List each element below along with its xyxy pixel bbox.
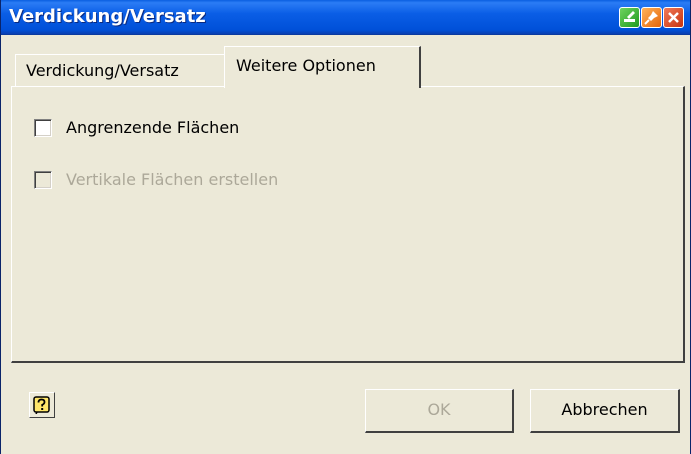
ok-button[interactable]: OK: [365, 389, 514, 433]
tab-panel: Angrenzende Flächen Vertikale Flächen er…: [11, 86, 685, 363]
close-icon[interactable]: [663, 7, 684, 28]
dialog-window: Verdickung/Versatz Verdickung/Versatz We…: [0, 0, 691, 454]
checkbox-label: Vertikale Flächen erstellen: [66, 170, 279, 189]
window-title: Verdickung/Versatz: [9, 6, 206, 27]
tab-label: Verdickung/Versatz: [26, 61, 179, 80]
tab-verdickung-versatz[interactable]: Verdickung/Versatz: [15, 54, 226, 86]
help-button[interactable]: [29, 392, 55, 418]
checkbox[interactable]: [34, 171, 52, 189]
tab-label: Weitere Optionen: [236, 56, 376, 75]
help-question-icon: [33, 396, 50, 414]
cancel-button[interactable]: Abbrechen: [530, 389, 680, 433]
checkbox-label: Angrenzende Flächen: [66, 118, 240, 137]
title-bar[interactable]: Verdickung/Versatz: [1, 0, 690, 35]
orange-pin-icon[interactable]: [641, 7, 662, 28]
checkbox[interactable]: [34, 119, 52, 137]
green-pen-icon[interactable]: [619, 7, 640, 28]
tab-weitere-optionen[interactable]: Weitere Optionen: [224, 46, 421, 88]
